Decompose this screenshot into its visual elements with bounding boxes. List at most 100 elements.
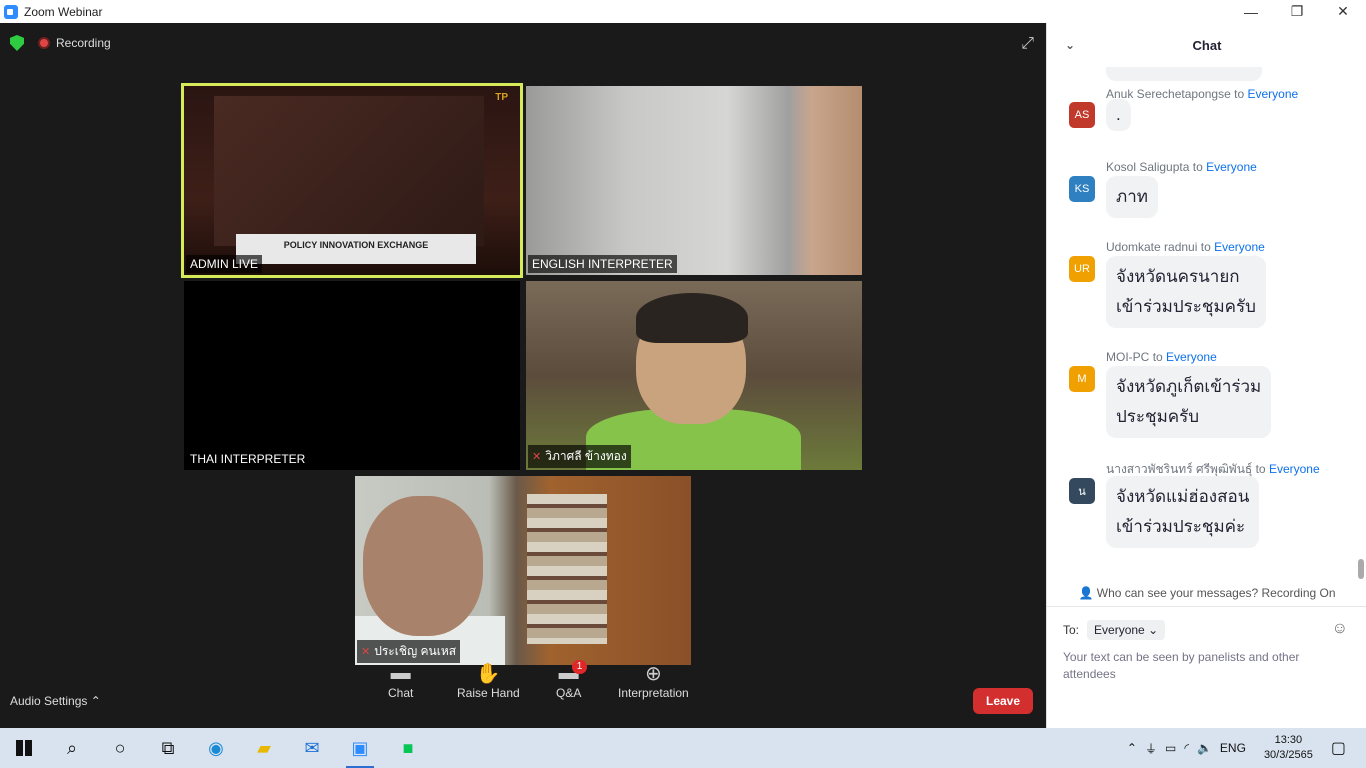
recipient-name: Everyone — [1247, 87, 1299, 101]
sender-name: Kosol Saligupta — [1106, 160, 1190, 174]
meta-connector: to — [1152, 350, 1163, 364]
message-meta: MOI-PC to Everyone — [1106, 350, 1217, 364]
video-tile-thai-interpreter[interactable]: THAI INTERPRETER — [184, 281, 520, 470]
task-view-icon[interactable]: ⧉ — [144, 728, 192, 768]
meeting-controls: Audio Settings ⌃ ▬ Chat ✋ Raise Hand ▬ 1 … — [0, 651, 1046, 728]
chevron-up-icon[interactable]: ⌃ — [1127, 741, 1137, 755]
fullscreen-icon[interactable]: ⤢ — [1021, 35, 1034, 53]
bookshelf-background — [527, 494, 607, 644]
file-explorer-icon[interactable]: ▰ — [240, 728, 288, 768]
recipient-value: Everyone — [1094, 623, 1145, 637]
windows-taskbar: ⌕ ○ ⧉ ◉ ▰ ✉ ▣ ■ ⌃ ⏚ ▭ ◜ 🔈 ENG 13:30 30/3… — [0, 728, 1366, 768]
raise-hand-label: Raise Hand — [457, 686, 520, 700]
language-indicator[interactable]: ENG — [1220, 741, 1246, 755]
video-tile-participant-5[interactable]: ✕ ประเชิญ คนเหส — [355, 476, 691, 665]
cortana-icon[interactable]: ○ — [96, 728, 144, 768]
line-app-icon[interactable]: ■ — [384, 728, 432, 768]
message-bubble: จังหวัดภูเก็ตเข้าร่วมประชุมครับ — [1106, 366, 1272, 438]
wifi-icon[interactable]: ◜ — [1184, 741, 1189, 755]
recording-dot-icon — [38, 37, 50, 49]
sender-name: MOI-PC — [1106, 350, 1150, 364]
participant-video-face — [363, 496, 483, 636]
audio-settings-button[interactable]: Audio Settings ⌃ — [10, 694, 101, 708]
recipient-name: Everyone — [1166, 350, 1217, 364]
stage-screen — [214, 96, 484, 246]
qa-icon: ▬ 1 — [556, 660, 588, 686]
recipient-dropdown[interactable]: Everyone ⌄ — [1087, 620, 1166, 640]
status-bar: Recording — [10, 35, 111, 51]
who-can-see-link[interactable]: 👤 Who can see your messages? Recording O… — [1047, 586, 1366, 600]
chevron-up-icon: ⌃ — [90, 694, 101, 708]
clock-time: 13:30 — [1274, 734, 1303, 746]
meta-connector: to — [1255, 462, 1266, 476]
recording-label: Recording — [56, 36, 111, 50]
audio-settings-label: Audio Settings — [10, 694, 88, 708]
avatar: น — [1069, 478, 1095, 504]
participant-name: ENGLISH INTERPRETER — [528, 255, 677, 273]
clock[interactable]: 13:30 30/3/2565 — [1264, 733, 1313, 763]
chat-panel: ⌄ Chat Anuk Serechetapongse to Everyone … — [1046, 23, 1366, 728]
recipient-name: Everyone — [1268, 462, 1320, 476]
zoom-taskbar-icon[interactable]: ▣ — [336, 728, 384, 768]
edge-browser-icon[interactable]: ◉ — [192, 728, 240, 768]
meta-connector: to — [1192, 160, 1203, 174]
chevron-down-icon: ⌄ — [1148, 623, 1159, 637]
avatar: UR — [1069, 256, 1095, 282]
message-line: จังหวัดแม่ฮ่องสอน — [1116, 487, 1250, 506]
close-button[interactable]: ✕ — [1320, 0, 1366, 23]
restore-button[interactable]: ❐ — [1274, 0, 1320, 23]
video-tile-admin-live[interactable]: TP POLICY INNOVATION EXCHANGE ADMIN LIVE — [181, 83, 523, 278]
video-tile-english-interpreter[interactable]: ENGLISH INTERPRETER — [526, 86, 862, 275]
video-tile-participant-4[interactable]: ✕ วิภาศลี ข้างทอง — [526, 281, 862, 470]
raise-hand-button[interactable]: ✋ Raise Hand — [457, 660, 520, 701]
title-bar: Zoom Webinar — ❐ ✕ — [0, 0, 1366, 23]
meta-connector: to — [1200, 240, 1211, 254]
participant-name: วิภาศลี ข้างทอง — [545, 449, 627, 463]
chat-input[interactable]: Your text can be seen by panelists and o… — [1063, 649, 1353, 683]
participant-name: ADMIN LIVE — [186, 255, 263, 273]
mail-icon[interactable]: ✉ — [288, 728, 336, 768]
message-meta: Anuk Serechetapongse to Everyone — [1106, 87, 1298, 101]
leave-button[interactable]: Leave — [973, 688, 1033, 714]
notification-icon[interactable]: ▢ — [1331, 738, 1346, 758]
avatar: KS — [1069, 176, 1095, 202]
sender-name: Udomkate radnui — [1106, 240, 1198, 254]
system-tray: ⌃ ⏚ ▭ ◜ 🔈 ENG 13:30 30/3/2565 ▢ — [1127, 728, 1366, 768]
recipient-name: Everyone — [1206, 160, 1257, 174]
recipient-name: Everyone — [1214, 240, 1265, 254]
interpretation-label: Interpretation — [618, 686, 689, 700]
message-line: ประชุมครับ — [1116, 407, 1200, 426]
hand-icon: ✋ — [475, 662, 501, 685]
emoji-icon[interactable]: ☺ — [1332, 620, 1348, 638]
divider — [1047, 606, 1366, 607]
message-bubble: จังหวัดแม่ฮ่องสอน เข้าร่วมประชุมค่ะ — [1106, 476, 1260, 548]
usb-icon[interactable]: ⏚ — [1145, 740, 1157, 757]
security-shield-icon[interactable] — [10, 35, 24, 51]
recipient-row: To: Everyone ⌄ — [1063, 620, 1166, 640]
meta-connector: to — [1234, 87, 1245, 101]
message-bubble — [1106, 67, 1262, 81]
volume-icon[interactable]: 🔈 — [1197, 741, 1212, 755]
minimize-button[interactable]: — — [1228, 0, 1274, 23]
chat-message-list[interactable]: Anuk Serechetapongse to Everyone AS . Ko… — [1047, 67, 1366, 583]
message-line: จังหวัดภูเก็ตเข้าร่วม — [1116, 377, 1262, 396]
chat-scrollbar[interactable] — [1358, 71, 1364, 581]
scrollbar-thumb[interactable] — [1358, 559, 1364, 579]
globe-icon: ⊕ — [644, 662, 662, 685]
participant-name-label: ✕ วิภาศลี ข้างทอง — [528, 445, 631, 468]
chat-button[interactable]: ▬ Chat — [388, 660, 413, 701]
event-logo: TP — [495, 92, 508, 103]
qa-badge: 1 — [571, 660, 588, 674]
chevron-down-icon[interactable]: ⌄ — [1065, 38, 1075, 52]
participant-name: THAI INTERPRETER — [186, 450, 310, 468]
meeting-area: Recording ⤢ TP POLICY INNOVATION EXCHANG… — [0, 23, 1046, 728]
start-button[interactable] — [0, 728, 48, 768]
interpretation-button[interactable]: ⊕ Interpretation — [618, 660, 689, 701]
recording-indicator[interactable]: Recording — [38, 36, 111, 50]
battery-icon[interactable]: ▭ — [1165, 741, 1176, 755]
message-bubble: . — [1106, 99, 1131, 131]
qa-button[interactable]: ▬ 1 Q&A — [556, 660, 588, 700]
who-can-see-text: Who can see your messages? Recording On — [1096, 586, 1336, 600]
chat-title: Chat — [1192, 37, 1222, 53]
search-icon[interactable]: ⌕ — [48, 728, 96, 768]
